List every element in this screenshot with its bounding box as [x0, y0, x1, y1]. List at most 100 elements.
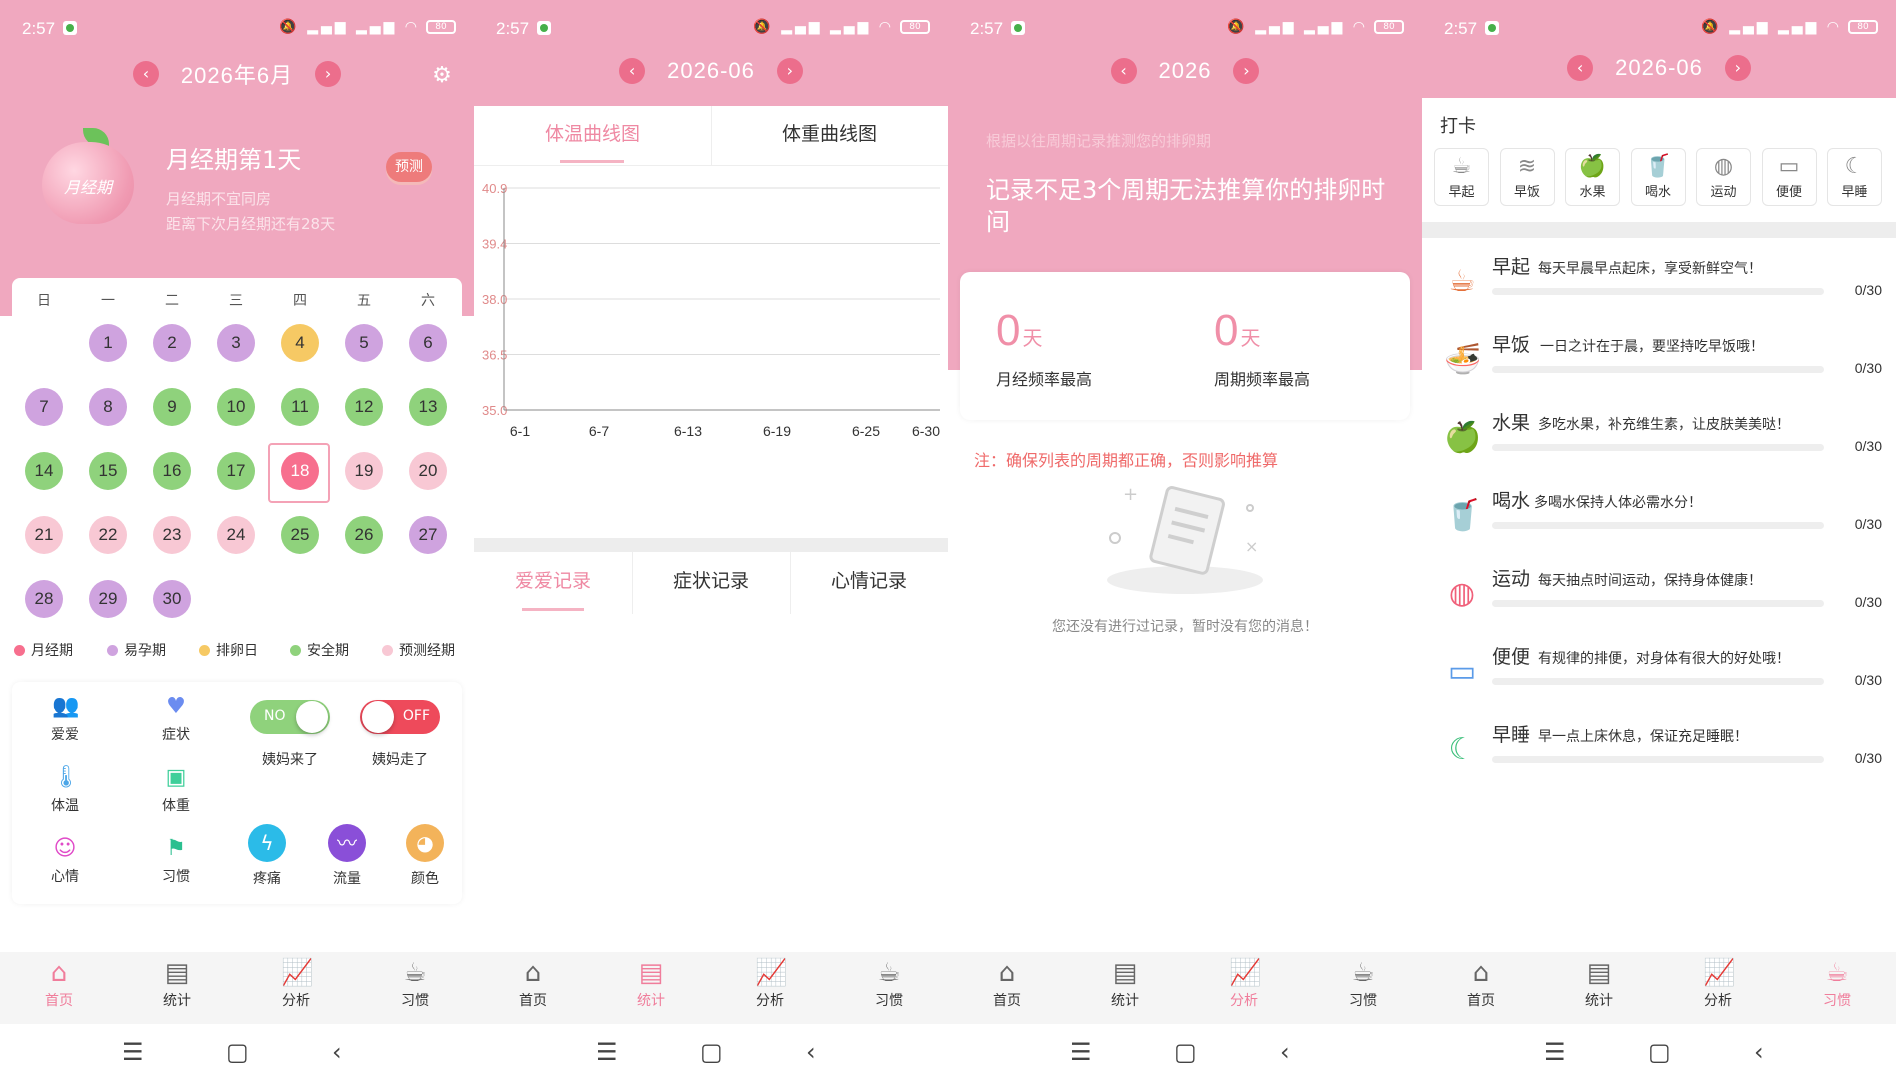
checkin-button[interactable]: ☕ 早起: [1434, 148, 1489, 206]
calendar-day[interactable]: 12: [345, 388, 383, 426]
calendar-day[interactable]: 30: [153, 580, 191, 618]
calendar-day[interactable]: 8: [89, 388, 127, 426]
back-icon[interactable]: ‹: [1280, 1038, 1290, 1066]
calendar-day[interactable]: 6: [409, 324, 447, 362]
period-start-toggle[interactable]: NO: [250, 700, 330, 734]
checkin-button[interactable]: ◍ 运动: [1696, 148, 1751, 206]
menu-icon[interactable]: ☰: [596, 1038, 618, 1066]
tab-symptom-record[interactable]: 症状记录: [632, 552, 790, 614]
calendar-day[interactable]: 7: [25, 388, 63, 426]
tab-analysis[interactable]: 📈 分析: [1204, 958, 1284, 1010]
back-icon[interactable]: ‹: [332, 1038, 342, 1066]
calendar-day[interactable]: 2: [153, 324, 191, 362]
calendar-day[interactable]: 20: [409, 452, 447, 490]
calendar-day[interactable]: 17: [217, 452, 255, 490]
tab-weight-chart[interactable]: 体重曲线图: [711, 106, 948, 166]
weight-record-button[interactable]: ▣ 体重: [141, 765, 211, 815]
prev-year-button[interactable]: ‹: [1110, 58, 1137, 84]
tab-mood-record[interactable]: 心情记录: [790, 552, 948, 614]
symptom-record-button[interactable]: ♥ 症状: [141, 694, 211, 744]
tab-stats[interactable]: ▤ 统计: [611, 958, 691, 1010]
calendar-day[interactable]: 23: [153, 516, 191, 554]
calendar-day[interactable]: 22: [89, 516, 127, 554]
tab-stats[interactable]: ▤ 统计: [137, 958, 217, 1010]
home-square-icon[interactable]: ▢: [1174, 1038, 1197, 1066]
tab-analysis[interactable]: 📈 分析: [730, 958, 810, 1010]
tab-stats[interactable]: ▤ 统计: [1085, 958, 1165, 1010]
habit-item[interactable]: ▭ 便便 有规律的排便，对身体有很大的好处哦！ 0/30: [1422, 628, 1896, 710]
tab-stats[interactable]: ▤ 统计: [1559, 958, 1639, 1010]
tab-home[interactable]: ⌂ 首页: [967, 958, 1047, 1010]
checkin-button[interactable]: 🥤 喝水: [1630, 148, 1686, 206]
calendar-day[interactable]: 11: [281, 388, 319, 426]
habit-item[interactable]: ◍ 运动 每天抽点时间运动，保持身体健康！ 0/30: [1422, 550, 1896, 632]
habit-record-button[interactable]: ⚑ 习惯: [141, 836, 211, 886]
calendar-day[interactable]: 27: [409, 516, 447, 554]
calendar-day[interactable]: 10: [217, 388, 255, 426]
calendar-day[interactable]: 26: [345, 516, 383, 554]
tab-habit[interactable]: ☕ 习惯: [849, 958, 929, 1010]
predict-badge[interactable]: 预测: [386, 152, 432, 182]
calendar-day[interactable]: 29: [89, 580, 127, 618]
calendar-day[interactable]: 5: [345, 324, 383, 362]
tab-temperature-chart[interactable]: 体温曲线图: [474, 106, 711, 166]
home-icon: ⌂: [1472, 958, 1490, 988]
home-square-icon[interactable]: ▢: [1648, 1038, 1671, 1066]
calendar-day[interactable]: 28: [25, 580, 63, 618]
tab-home[interactable]: ⌂ 首页: [1441, 958, 1521, 1010]
calendar-day[interactable]: 1: [89, 324, 127, 362]
mood-record-button[interactable]: ☺ 心情: [30, 836, 100, 886]
tab-habit[interactable]: ☕ 习惯: [1323, 958, 1403, 1010]
calendar-day[interactable]: 19: [345, 452, 383, 490]
habit-item[interactable]: 🥤 喝水 多喝水保持人体必需水分！ 0/30: [1422, 472, 1896, 554]
habit-item[interactable]: ☕ 早起 每天早晨早点起床，享受新鲜空气！ 0/30: [1422, 238, 1896, 320]
back-icon[interactable]: ‹: [806, 1038, 816, 1066]
habit-item[interactable]: ☾ 早睡 早一点上床休息，保证充足睡眠！ 0/30: [1422, 706, 1896, 788]
flag-icon: ⚑: [166, 836, 186, 861]
tab-habit[interactable]: ☕ 习惯: [375, 958, 455, 1010]
menu-icon[interactable]: ☰: [1544, 1038, 1566, 1066]
calendar-day[interactable]: 25: [281, 516, 319, 554]
calendar-day[interactable]: 16: [153, 452, 191, 490]
love-record-button[interactable]: 👥 爱爱: [30, 694, 100, 744]
next-month-button[interactable]: ›: [315, 61, 342, 87]
habit-item[interactable]: 🍏 水果 多吃水果，补充维生素，让皮肤美美哒！ 0/30: [1422, 394, 1896, 476]
checkin-button[interactable]: ≋ 早饭: [1499, 148, 1555, 206]
checkin-button[interactable]: 🍏 水果: [1565, 148, 1620, 206]
home-square-icon[interactable]: ▢: [700, 1038, 723, 1066]
home-square-icon[interactable]: ▢: [226, 1038, 249, 1066]
prev-month-button[interactable]: ‹: [132, 61, 159, 87]
habit-description: 每天早晨早点起床，享受新鲜空气！: [1538, 261, 1762, 277]
tab-analysis[interactable]: 📈 分析: [1678, 958, 1758, 1010]
back-icon[interactable]: ‹: [1754, 1038, 1764, 1066]
calendar-day[interactable]: 4: [281, 324, 319, 362]
flow-record-button[interactable]: 〰流量: [312, 824, 382, 888]
checkin-button[interactable]: ☾ 早睡: [1827, 148, 1882, 206]
menu-icon[interactable]: ☰: [122, 1038, 144, 1066]
calendar-day[interactable]: 13: [409, 388, 447, 426]
calendar-day[interactable]: 3: [217, 324, 255, 362]
next-month-button[interactable]: ›: [1724, 55, 1751, 81]
tab-habit[interactable]: ☕ 习惯: [1797, 958, 1877, 1010]
temperature-record-button[interactable]: 🌡 体温: [30, 765, 100, 815]
prev-month-button[interactable]: ‹: [1567, 55, 1594, 81]
tab-home[interactable]: ⌂ 首页: [493, 958, 573, 1010]
calendar-day[interactable]: 15: [89, 452, 127, 490]
tab-home[interactable]: ⌂ 首页: [19, 958, 99, 1010]
prev-month-button[interactable]: ‹: [619, 58, 646, 84]
calendar-day[interactable]: 24: [217, 516, 255, 554]
habit-item[interactable]: 🍜 早饭 一日之计在于晨，要坚持吃早饭哦！ 0/30: [1422, 316, 1896, 398]
color-record-button[interactable]: ◕ 颜色: [390, 824, 460, 888]
menu-icon[interactable]: ☰: [1070, 1038, 1092, 1066]
pain-record-button[interactable]: ϟ 疼痛: [232, 824, 302, 888]
gear-icon[interactable]: ⚙: [430, 64, 454, 88]
tab-analysis[interactable]: 📈 分析: [256, 958, 336, 1010]
checkin-button[interactable]: ▭ 便便: [1761, 148, 1817, 206]
tab-love-record[interactable]: 爱爱记录: [474, 552, 632, 614]
next-month-button[interactable]: ›: [776, 58, 803, 84]
period-end-toggle[interactable]: OFF: [360, 700, 440, 734]
calendar-day[interactable]: 21: [25, 516, 63, 554]
calendar-day[interactable]: 14: [25, 452, 63, 490]
next-year-button[interactable]: ›: [1233, 58, 1260, 84]
calendar-day[interactable]: 9: [153, 388, 191, 426]
